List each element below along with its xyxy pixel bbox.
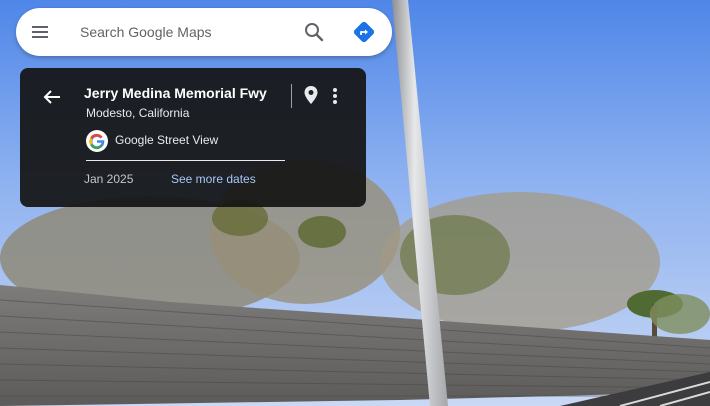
provider-name: Google Street View — [115, 133, 219, 147]
directions-icon[interactable] — [352, 20, 376, 44]
more-options-icon[interactable] — [325, 83, 345, 109]
map-pin-icon[interactable] — [299, 83, 323, 109]
place-location: Modesto, California — [86, 106, 190, 120]
see-more-dates-link[interactable]: See more dates — [171, 172, 256, 186]
search-icon[interactable] — [302, 20, 326, 44]
search-input[interactable] — [80, 20, 290, 44]
capture-date: Jan 2025 — [84, 172, 134, 186]
place-name: Jerry Medina Memorial Fwy — [84, 85, 267, 101]
search-bar — [16, 8, 392, 56]
hamburger-menu-icon[interactable] — [28, 20, 52, 44]
google-logo-icon — [86, 130, 108, 152]
card-vertical-divider — [291, 84, 292, 108]
back-arrow-icon[interactable] — [40, 85, 64, 109]
place-info-card: Jerry Medina Memorial Fwy Modesto, Calif… — [20, 68, 366, 207]
card-horizontal-divider — [86, 160, 285, 161]
